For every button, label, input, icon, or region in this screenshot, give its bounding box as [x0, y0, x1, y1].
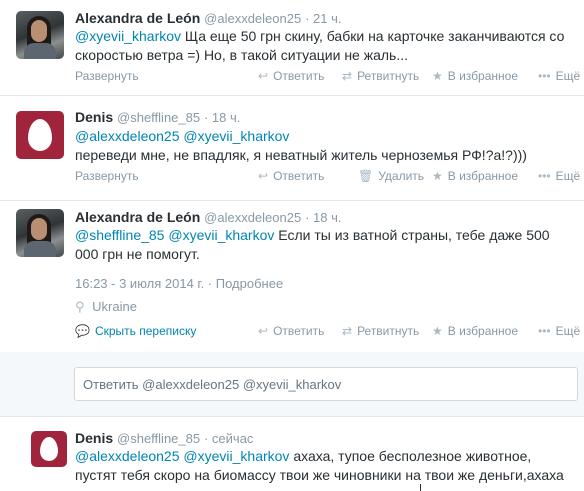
- location-pin-icon: ⚲: [75, 299, 85, 314]
- avatar[interactable]: [16, 11, 64, 59]
- trash-icon: 🗑: [358, 169, 374, 183]
- mention-link[interactable]: @xyevii_kharkov: [183, 448, 289, 464]
- author-fullname[interactable]: Denis: [75, 430, 113, 446]
- mention-link[interactable]: @sheffline_85: [75, 227, 164, 243]
- retweet-icon: ⇄: [342, 69, 353, 83]
- more-icon: •••: [538, 324, 551, 338]
- author-fullname[interactable]: Alexandra de León: [75, 209, 200, 225]
- reply-area: Ответить @alexxdeleon25 @xyevii_kharkov: [0, 352, 584, 416]
- avatar[interactable]: [31, 431, 67, 467]
- tweet-datetime[interactable]: 16:23 - 3 июля 2014 г.: [75, 276, 204, 291]
- conversation-icon: 💬: [75, 324, 90, 338]
- avatar[interactable]: [16, 209, 64, 257]
- mention-link[interactable]: @xyevii_kharkov: [168, 227, 274, 243]
- expand-link[interactable]: Развернуть: [75, 169, 139, 183]
- tweet-text: @sheffline_85 @xyevii_kharkov Если ты из…: [75, 227, 550, 262]
- star-icon: ★: [432, 69, 443, 83]
- text-cursor: [420, 484, 421, 491]
- favorite-button[interactable]: ★ В избранное: [432, 324, 518, 338]
- tweet-time[interactable]: · 18 ч.: [305, 210, 341, 225]
- mention-link[interactable]: @xyevii_kharkov: [183, 128, 289, 144]
- star-icon: ★: [432, 169, 443, 183]
- author-username[interactable]: @sheffline_85: [117, 431, 200, 446]
- hide-conversation-link[interactable]: 💬 Скрыть переписку: [75, 324, 196, 338]
- mention-link[interactable]: @alexxdeleon25: [75, 448, 180, 464]
- tweet-text: @xyevii_kharkov Ща еще 50 грн скину, баб…: [75, 28, 565, 63]
- more-button[interactable]: ••• Ещё: [538, 169, 580, 183]
- author-username[interactable]: @alexxdeleon25: [204, 11, 301, 26]
- retweet-button[interactable]: ⇄ Ретвитнуть: [342, 69, 419, 83]
- favorite-button[interactable]: ★ В избранное: [432, 69, 518, 83]
- reply-input[interactable]: Ответить @alexxdeleon25 @xyevii_kharkov: [74, 367, 578, 401]
- author-fullname[interactable]: Alexandra de León: [75, 10, 200, 26]
- delete-button[interactable]: 🗑 Удалить: [358, 169, 424, 183]
- reply-icon: ↩: [258, 324, 269, 338]
- mention-link[interactable]: @xyevii_kharkov: [75, 28, 181, 44]
- reply-button[interactable]: ↩ Ответить: [258, 324, 324, 338]
- more-icon: •••: [538, 169, 551, 183]
- tweet-time[interactable]: · 21 ч.: [305, 11, 341, 26]
- reply-icon: ↩: [258, 169, 269, 183]
- reply-icon: ↩: [258, 69, 269, 83]
- more-button[interactable]: ••• Ещё: [538, 69, 580, 83]
- tweet[interactable]: Alexandra de León @alexxdeleon25 · 21 ч.…: [0, 0, 584, 95]
- expand-link[interactable]: Развернуть: [75, 69, 139, 83]
- retweet-button[interactable]: ⇄ Ретвитнуть: [342, 324, 419, 338]
- tweet-time[interactable]: · сейчас: [204, 431, 253, 446]
- tweet-location[interactable]: Ukraine: [92, 299, 137, 314]
- tweet[interactable]: Denis @sheffline_85 · 18 ч. @alexxdeleon…: [0, 96, 584, 200]
- retweet-icon: ⇄: [342, 324, 353, 338]
- tweet-text: @alexxdeleon25 @xyevii_kharkov переведи …: [75, 128, 527, 163]
- favorite-button[interactable]: ★ В избранное: [432, 169, 518, 183]
- reply-button[interactable]: ↩ Ответить: [258, 169, 324, 183]
- mention-link[interactable]: @alexxdeleon25: [75, 128, 180, 144]
- reply-button[interactable]: ↩ Ответить: [258, 69, 324, 83]
- more-icon: •••: [538, 69, 551, 83]
- author-username[interactable]: @sheffline_85: [117, 110, 200, 125]
- tweet[interactable]: Denis @sheffline_85 · сейчас @alexxdeleo…: [0, 417, 584, 491]
- star-icon: ★: [432, 324, 443, 338]
- details-link[interactable]: · Подробнее: [208, 276, 283, 291]
- more-button[interactable]: ••• Ещё: [538, 324, 580, 338]
- tweet-time[interactable]: · 18 ч.: [204, 110, 240, 125]
- avatar[interactable]: [16, 111, 64, 159]
- author-username[interactable]: @alexxdeleon25: [204, 210, 301, 225]
- tweet-text: @alexxdeleon25 @xyevii_kharkov ахаха, ту…: [75, 448, 564, 483]
- author-fullname[interactable]: Denis: [75, 109, 113, 125]
- tweet-expanded[interactable]: Alexandra de León @alexxdeleon25 · 18 ч.…: [0, 201, 584, 352]
